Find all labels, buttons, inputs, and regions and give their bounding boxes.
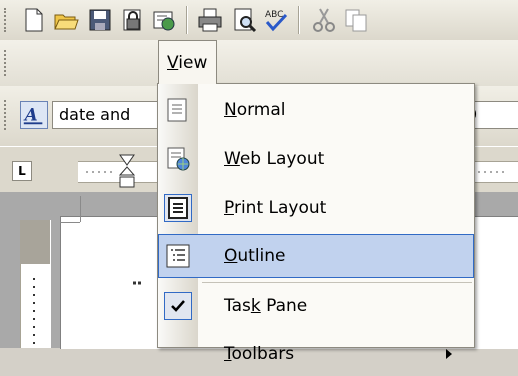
page-corner-mark: [80, 196, 81, 222]
menu-item-web-layout[interactable]: Web Layout: [158, 137, 474, 181]
cut-icon[interactable]: [310, 6, 338, 34]
menu-item-print-layout[interactable]: Print Layout: [158, 186, 474, 230]
toolbar-separator: [298, 6, 300, 34]
print-layout-icon: [164, 194, 192, 222]
toolbar-separator: [186, 6, 188, 34]
menu-view[interactable]: View: [158, 40, 217, 84]
email-icon[interactable]: [150, 6, 178, 34]
spelling-icon[interactable]: ABC: [262, 6, 290, 34]
open-icon[interactable]: [52, 6, 80, 34]
submenu-arrow-icon: [446, 349, 452, 359]
web-layout-icon: [164, 145, 192, 173]
toolbar-grip[interactable]: [4, 100, 10, 130]
indent-marker-icon[interactable]: [118, 153, 136, 191]
styles-formatting-icon[interactable]: A: [20, 101, 48, 129]
menu-separator: [202, 282, 472, 283]
standard-toolbar: ABC: [0, 0, 518, 41]
page-corner-mark: [60, 222, 80, 223]
menu-item-normal[interactable]: Normal: [158, 88, 474, 132]
checkmark-icon: [164, 292, 192, 320]
menu-item-outline[interactable]: Outline: [158, 234, 474, 278]
new-icon[interactable]: [20, 6, 48, 34]
print-icon[interactable]: [196, 6, 224, 34]
outline-view-icon: [164, 242, 192, 270]
menu-item-toolbars[interactable]: Toolbars: [158, 332, 474, 376]
toolbar-grip[interactable]: [4, 8, 10, 32]
normal-view-icon: [164, 96, 192, 124]
permission-icon[interactable]: [118, 6, 146, 34]
menu-item-task-pane[interactable]: Task Pane: [158, 284, 474, 328]
view-dropdown-menu: Normal Web Layout Print Layout Outline T…: [157, 83, 475, 364]
vertical-ruler-margin: [20, 220, 50, 264]
menu-bar: File Edit Insert Format Tools: [0, 40, 518, 115]
tab-selector[interactable]: L: [12, 161, 32, 181]
copy-icon[interactable]: [342, 6, 370, 34]
svg-text:A: A: [23, 105, 38, 125]
menubar-grip[interactable]: [4, 50, 10, 76]
style-combobox[interactable]: date and: [52, 101, 166, 129]
svg-text:ABC: ABC: [265, 10, 283, 20]
save-icon[interactable]: [86, 6, 114, 34]
print-preview-icon[interactable]: [230, 6, 258, 34]
